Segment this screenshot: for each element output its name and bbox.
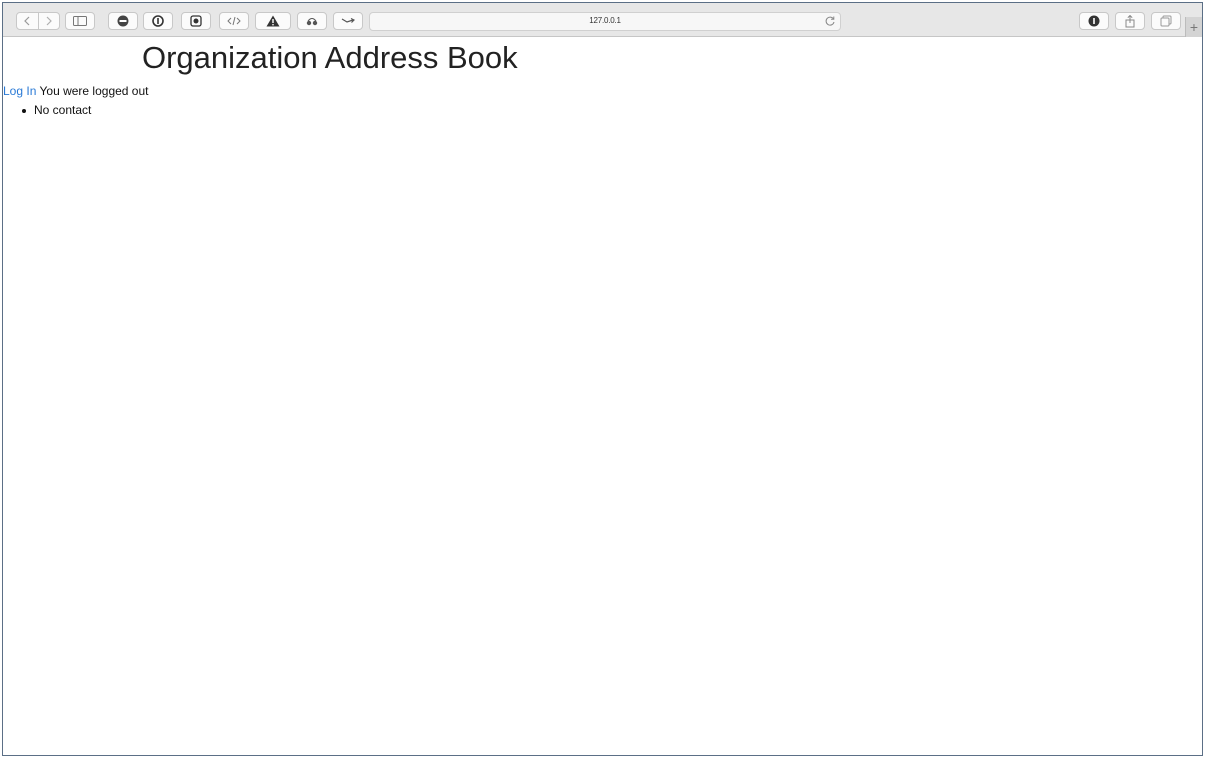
code-icon (227, 16, 241, 26)
tabs-overview-button[interactable] (1151, 12, 1181, 30)
info-icon (1088, 15, 1100, 27)
page-title: Organization Address Book (142, 40, 518, 75)
list-item: No contact (20, 103, 91, 117)
plus-icon: + (1189, 19, 1199, 35)
extension-arrow-button[interactable] (333, 12, 363, 30)
extension-info-button[interactable] (143, 12, 173, 30)
share-icon (1125, 14, 1135, 27)
extension-warning-button[interactable] (255, 12, 291, 30)
develop-button[interactable] (219, 12, 249, 30)
cloud-icon (306, 18, 318, 26)
contact-list: No contact (20, 103, 91, 117)
new-tab-button[interactable]: + (1185, 17, 1202, 37)
reload-icon[interactable] (824, 15, 836, 27)
tabs-icon (1160, 15, 1172, 27)
share-button[interactable] (1115, 12, 1145, 30)
info-button[interactable] (1079, 12, 1109, 30)
logout-message: You were logged out (39, 84, 149, 98)
chevron-right-icon (46, 16, 52, 26)
status-line: Log In You were logged out (3, 84, 148, 98)
sidebar-button[interactable] (65, 12, 95, 30)
arrow-trend-icon (341, 17, 355, 23)
page-content: Organization Address Book Log In You wer… (3, 37, 1202, 755)
extension-cloud-button[interactable] (297, 12, 327, 30)
circle-info-icon (152, 15, 164, 27)
extension-target-button[interactable] (181, 12, 211, 30)
address-text: 127.0.0.1 (589, 16, 621, 25)
chevron-left-icon (24, 16, 30, 26)
target-icon (190, 15, 202, 27)
browser-toolbar: 127.0.0.1 + (3, 3, 1202, 37)
stop-icon (117, 15, 129, 27)
login-link[interactable]: Log In (3, 84, 36, 98)
address-bar[interactable]: 127.0.0.1 (369, 12, 841, 31)
back-button[interactable] (17, 13, 38, 29)
warning-icon (266, 15, 280, 27)
extension-stop-button[interactable] (108, 12, 138, 30)
back-forward-group (16, 12, 60, 30)
forward-button[interactable] (37, 13, 60, 29)
sidebar-icon (73, 16, 87, 26)
browser-window: 127.0.0.1 + Organization Address Book Lo… (2, 2, 1203, 756)
